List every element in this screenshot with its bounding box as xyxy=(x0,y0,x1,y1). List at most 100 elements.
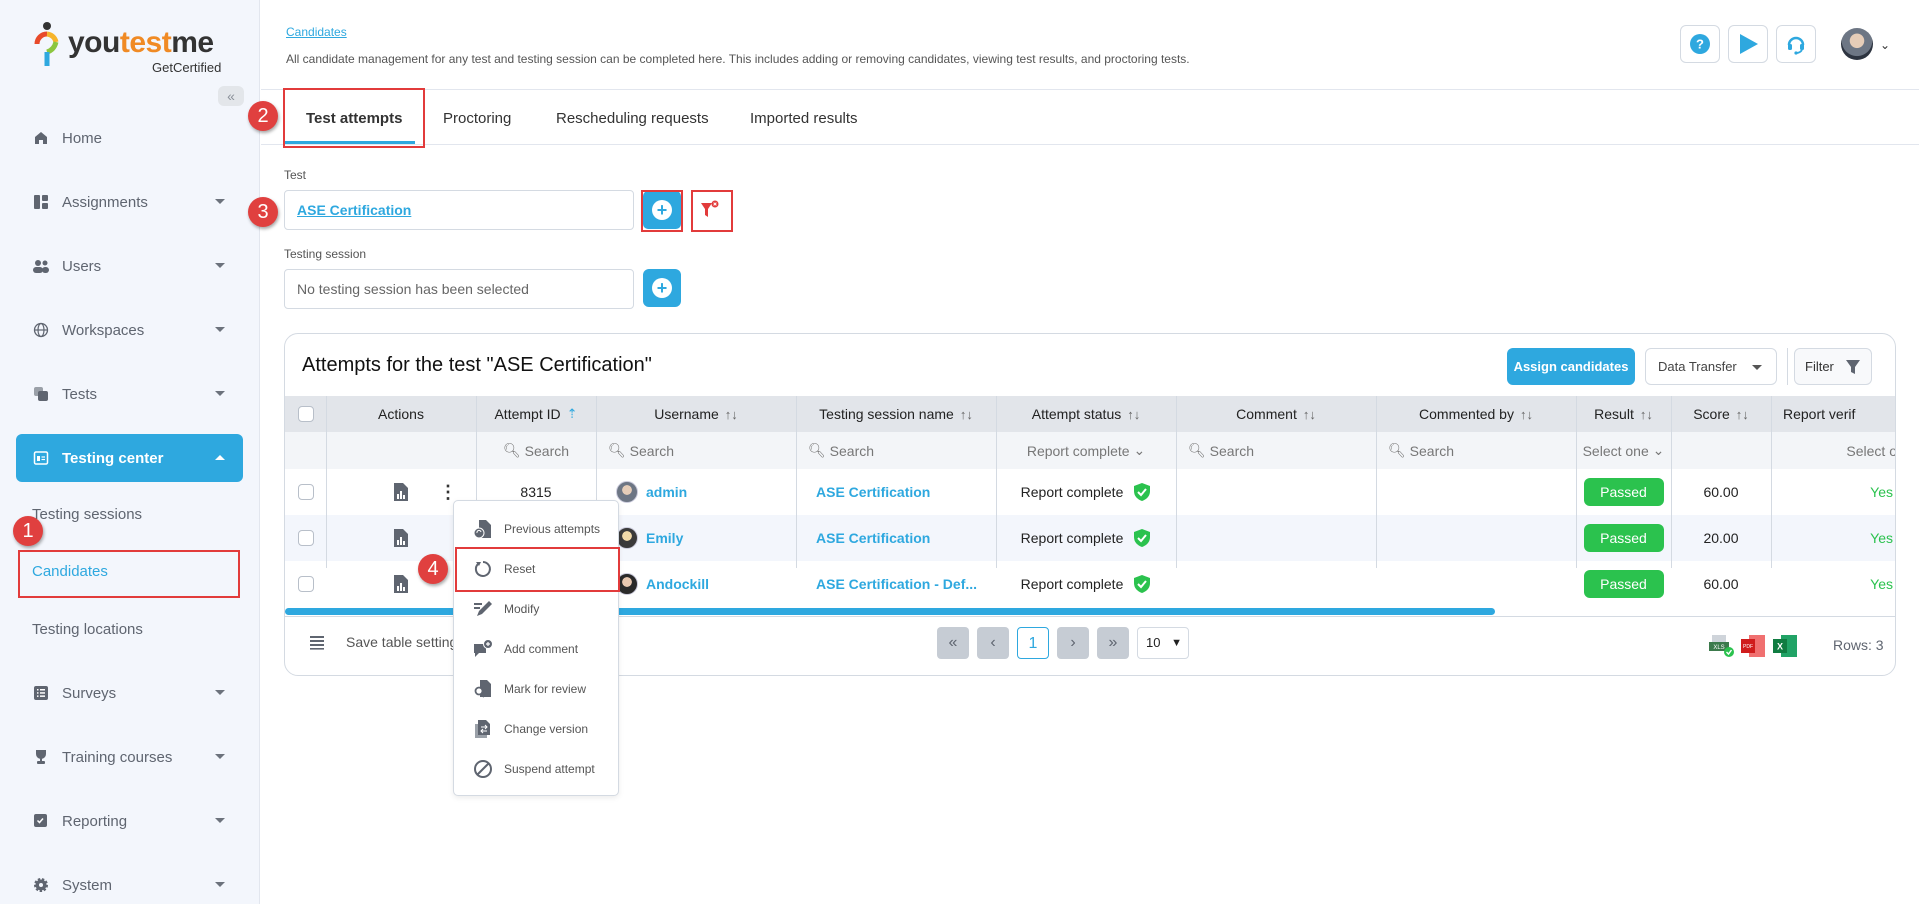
filter-button[interactable]: Filter xyxy=(1794,348,1872,385)
row-checkbox[interactable] xyxy=(297,530,314,546)
page-size-select[interactable]: 10 ▼ xyxy=(1137,627,1189,659)
testing-session-cell: ASE Certification xyxy=(796,469,996,515)
menu-item-mark-for-review[interactable]: Mark for review xyxy=(454,669,620,709)
column-header-comment[interactable]: Comment ↑↓ xyxy=(1176,396,1376,432)
column-label: Username xyxy=(654,406,719,422)
column-header-attempt-status[interactable]: Attempt status ↑↓ xyxy=(996,396,1176,432)
menu-item-suspend-attempt[interactable]: Suspend attempt xyxy=(454,749,620,789)
user-avatar[interactable] xyxy=(1841,28,1873,60)
sidebar-item-users[interactable]: Users xyxy=(16,242,243,290)
breadcrumb[interactable]: Candidates xyxy=(286,25,347,39)
sidebar-item-reporting[interactable]: Reporting xyxy=(16,797,243,845)
username-cell: Emily xyxy=(596,515,796,561)
support-button[interactable] xyxy=(1776,25,1816,63)
testing-session-field[interactable]: No testing session has been selected xyxy=(284,269,634,309)
column-header-report-verified[interactable]: Report verif xyxy=(1771,396,1895,432)
tab-imported-results[interactable]: Imported results xyxy=(750,110,858,127)
report-document-icon[interactable] xyxy=(393,482,409,502)
sidebar-item-home[interactable]: Home xyxy=(16,114,243,162)
testing-session-label: Testing session xyxy=(284,247,367,261)
select-test-button[interactable]: + xyxy=(643,191,681,229)
column-label: Testing session name xyxy=(819,406,954,422)
username-link[interactable]: Andockill xyxy=(646,576,709,592)
test-field[interactable]: ASE Certification xyxy=(284,190,634,230)
sidebar-item-tests[interactable]: Tests xyxy=(16,370,243,418)
commented-by-search[interactable]: 🔍︎ Search xyxy=(1376,432,1576,469)
clear-test-filter-button[interactable] xyxy=(691,191,729,229)
report-verified-select[interactable]: Select o xyxy=(1771,432,1895,469)
status-text: Report complete xyxy=(1020,530,1124,546)
menu-item-label: Change version xyxy=(504,722,589,736)
username-link[interactable]: Emily xyxy=(646,530,683,546)
select-all-checkbox[interactable] xyxy=(297,406,314,422)
search-placeholder: Search xyxy=(829,442,875,459)
row-checkbox-cell xyxy=(285,515,326,561)
tab-rescheduling-requests[interactable]: Rescheduling requests xyxy=(556,110,709,127)
sidebar-item-workspaces[interactable]: Workspaces xyxy=(16,306,243,354)
username-cell: admin xyxy=(596,469,796,515)
export-pdf-button[interactable]: PDF xyxy=(1741,634,1767,661)
table-settings-menu-button[interactable] xyxy=(309,634,325,653)
result-badge: Passed xyxy=(1583,570,1664,598)
testing-session-search[interactable]: 🔍︎ Search xyxy=(796,432,996,469)
menu-item-previous-attempts[interactable]: Previous attempts xyxy=(454,509,620,549)
testing-session-link[interactable]: ASE Certification xyxy=(816,530,930,546)
tab-test-attempts[interactable]: Test attempts xyxy=(306,110,402,127)
sidebar-item-training-courses[interactable]: Training courses xyxy=(16,733,243,781)
attempt-id-search[interactable]: 🔍︎ Search xyxy=(476,432,596,469)
menu-item-modify[interactable]: Modify xyxy=(454,589,620,629)
tab-proctoring[interactable]: Proctoring xyxy=(443,110,511,127)
column-header-commented-by[interactable]: Commented by ↑↓ xyxy=(1376,396,1576,432)
last-page-button[interactable]: » xyxy=(1097,627,1129,659)
testing-session-link[interactable]: ASE Certification - Def... xyxy=(816,576,977,592)
menu-item-change-version[interactable]: Change version xyxy=(454,709,620,749)
report-document-icon[interactable] xyxy=(393,574,409,594)
menu-item-add-comment[interactable]: Add comment xyxy=(454,629,620,669)
tutorial-play-button[interactable] xyxy=(1728,25,1768,63)
verified-shield-icon xyxy=(1134,529,1151,547)
column-header-username[interactable]: Username ↑↓ xyxy=(596,396,796,432)
step-badge-3: 3 xyxy=(248,197,278,227)
export-excel-button[interactable]: X xyxy=(1773,634,1799,661)
collapse-sidebar-button[interactable]: « xyxy=(218,86,244,106)
attempt-status-select[interactable]: Report complete ⌄ xyxy=(996,432,1176,469)
sidebar-subitem-testing-locations[interactable]: Testing locations xyxy=(32,621,143,638)
report-verified-cell: Yes xyxy=(1870,576,1893,592)
select-testing-session-button[interactable]: + xyxy=(643,269,681,307)
assign-candidates-button[interactable]: Assign candidates xyxy=(1507,348,1635,385)
first-page-button[interactable]: « xyxy=(937,627,969,659)
column-header-testing-session-name[interactable]: Testing session name ↑↓ xyxy=(796,396,996,432)
username-link[interactable]: admin xyxy=(646,484,687,500)
comment-search[interactable]: 🔍︎ Search xyxy=(1176,432,1376,469)
sidebar-item-assignments[interactable]: Assignments xyxy=(16,178,243,226)
row-checkbox[interactable] xyxy=(297,576,314,592)
verified-shield-icon xyxy=(1134,575,1151,593)
help-button[interactable]: ? xyxy=(1680,25,1720,63)
previous-page-button[interactable]: ‹ xyxy=(977,627,1009,659)
sidebar-subitem-candidates[interactable]: Candidates xyxy=(32,563,108,580)
row-checkbox[interactable] xyxy=(297,484,314,500)
sidebar-item-surveys[interactable]: Surveys xyxy=(16,669,243,717)
data-transfer-dropdown[interactable]: Data Transfer xyxy=(1645,348,1777,385)
more-actions-kebab-icon[interactable]: ⋮ xyxy=(439,483,457,501)
testing-session-link[interactable]: ASE Certification xyxy=(816,484,930,500)
sidebar-item-testing-center[interactable]: Testing center xyxy=(16,434,243,482)
column-header-result[interactable]: Result ↑↓ xyxy=(1576,396,1671,432)
result-select[interactable]: Select one ⌄ xyxy=(1576,432,1671,469)
user-menu-chevron-icon[interactable]: ⌄ xyxy=(1880,38,1890,52)
report-document-icon[interactable] xyxy=(393,528,409,548)
sidebar-subitem-testing-sessions[interactable]: Testing sessions xyxy=(32,506,142,523)
column-header-score[interactable]: Score ↑↓ xyxy=(1671,396,1771,432)
menu-item-reset[interactable]: Reset xyxy=(454,549,620,589)
sidebar-item-system[interactable]: System xyxy=(16,861,243,909)
next-page-button[interactable]: › xyxy=(1057,627,1089,659)
status-text: Report complete xyxy=(1020,484,1124,500)
list-icon xyxy=(32,684,50,702)
table-header-row: Actions Attempt ID ⇡ Username ↑↓ Testing s… xyxy=(285,396,1895,432)
page-1-button[interactable]: 1 xyxy=(1017,627,1049,659)
export-xls-button[interactable]: XLS xyxy=(1709,634,1735,661)
column-header-attempt-id[interactable]: Attempt ID ⇡ xyxy=(476,396,596,432)
save-table-settings-button[interactable]: Save table settings xyxy=(346,634,464,650)
calendar-icon xyxy=(32,449,50,467)
username-search[interactable]: 🔍︎ Search xyxy=(596,432,796,469)
